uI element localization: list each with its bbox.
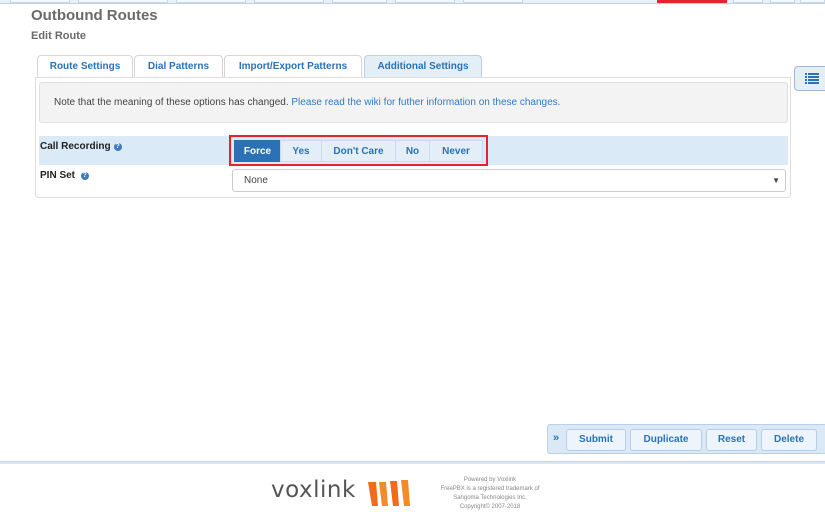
page-title: Outbound Routes (31, 7, 158, 24)
page-subtitle: Edit Route (31, 30, 86, 42)
nav-segment[interactable] (78, 0, 168, 3)
submit-button[interactable]: Submit (566, 429, 626, 451)
tab-import-export-patterns[interactable]: Import/Export Patterns (224, 55, 362, 78)
trademark-text: FreePBX is a registered trademark of (440, 486, 540, 492)
pin-set-select[interactable]: None ▼ (232, 169, 786, 192)
trademark-company-text: Sangoma Technologies Inc. (453, 495, 527, 501)
duplicate-button[interactable]: Duplicate (630, 429, 702, 451)
action-bar: » Submit Duplicate Reset Delete (547, 424, 825, 454)
caret-down-icon: ▼ (772, 176, 780, 185)
nav-segment[interactable] (463, 0, 523, 3)
reset-button[interactable]: Reset (706, 429, 757, 451)
delete-button[interactable]: Delete (761, 429, 817, 451)
voxlink-logo-mark-icon (368, 480, 410, 506)
option-never[interactable]: Never (429, 140, 483, 162)
powered-by-text: Powered by Voxlink (463, 477, 517, 483)
question-circle-icon[interactable]: ? (80, 172, 89, 180)
footer-divider (0, 461, 825, 464)
list-icon (805, 73, 819, 84)
option-force[interactable]: Force (234, 140, 281, 162)
wiki-link[interactable]: Please read the wiki for futher informat… (291, 97, 560, 108)
notice-box: Note that the meaning of these options h… (39, 82, 788, 123)
nav-segment[interactable] (770, 0, 795, 3)
option-yes[interactable]: Yes (280, 140, 322, 162)
nav-segment[interactable] (254, 0, 324, 3)
nav-segment[interactable] (395, 0, 455, 3)
sidebar-toggle-button[interactable] (794, 66, 825, 91)
nav-segment[interactable] (332, 0, 387, 3)
tab-dial-patterns[interactable]: Dial Patterns (134, 55, 223, 78)
double-chevron-right-icon[interactable]: » (553, 432, 559, 444)
nav-segment[interactable] (733, 0, 763, 3)
tab-route-settings[interactable]: Route Settings (37, 55, 133, 78)
top-nav-bar (0, 0, 825, 4)
call-recording-label-text: Call Recording (40, 141, 111, 152)
logo-wordmark: voxlink (271, 477, 356, 503)
option-dont-care[interactable]: Don't Care (321, 140, 396, 162)
pin-set-value: None (244, 175, 268, 186)
nav-segment[interactable] (176, 0, 246, 3)
nav-segment[interactable] (800, 0, 825, 3)
notice-text: Note that the meaning of these options h… (54, 97, 292, 108)
voxlink-logo: voxlink (271, 477, 410, 507)
nav-alert-indicator[interactable] (657, 0, 727, 3)
option-no[interactable]: No (395, 140, 430, 162)
pin-set-label-text: PIN Set (40, 170, 76, 181)
nav-segment[interactable] (10, 0, 70, 3)
footer-credits: Powered by Voxlink FreePBX is a register… (425, 476, 555, 512)
call-recording-label: Call Recording? (40, 141, 122, 152)
pin-set-label: PIN Set ? (40, 170, 89, 181)
question-circle-icon[interactable]: ? (113, 143, 122, 151)
tab-additional-settings[interactable]: Additional Settings (364, 55, 482, 78)
copyright-text: Copyright© 2007-2018 (459, 504, 521, 510)
